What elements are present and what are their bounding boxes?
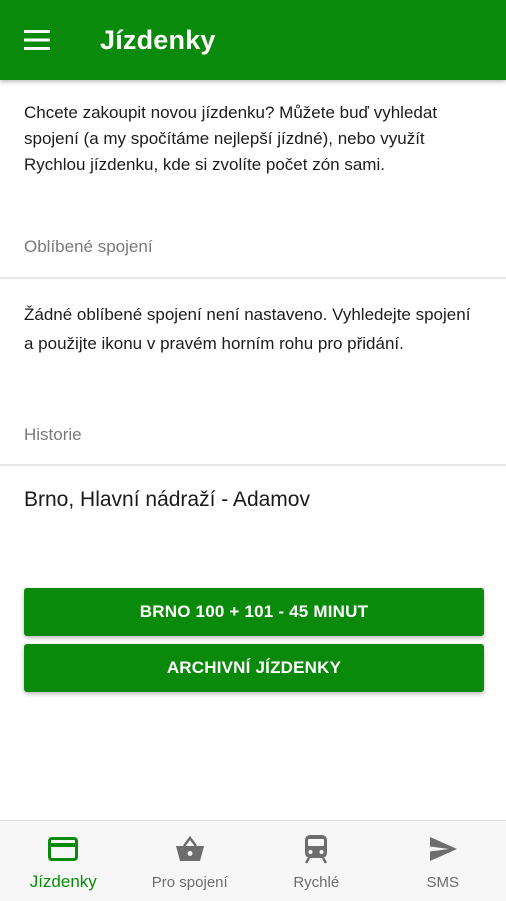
bottom-navigation: Jízdenky Pro spojení Rychlé [0,820,506,901]
hamburger-menu-button[interactable] [24,17,70,63]
nav-label-sms: SMS [426,874,459,891]
app-bar: Jízdenky [0,0,506,80]
favorites-empty-text: Žádné oblíbené spojení není nastaveno. V… [24,300,484,358]
nav-tab-pro-spojeni[interactable]: Pro spojení [127,821,254,901]
nav-label-pro-spojeni: Pro spojení [152,874,228,891]
ticket-brno-button[interactable]: BRNO 100 + 101 - 45 MINUT [24,588,484,636]
nav-tab-rychle[interactable]: Rychlé [253,821,380,901]
favorites-divider [0,277,506,279]
train-icon [304,834,328,864]
nav-label-jizdenky: Jízdenky [30,872,97,892]
nav-tab-jizdenky[interactable]: Jízdenky [0,821,127,901]
archive-tickets-button[interactable]: ARCHIVNÍ JÍZDENKY [24,644,484,692]
hamburger-menu-icon [24,30,50,50]
nav-tab-sms[interactable]: SMS [380,821,506,901]
favorites-section-label: Oblíbené spojení [24,237,153,257]
history-section-label: Historie [24,425,82,445]
nav-label-rychle: Rychlé [293,874,339,891]
basket-icon [175,836,205,862]
app-title: Jízdenky [100,25,216,56]
send-icon [428,836,458,862]
history-divider [0,464,506,466]
card-icon [48,837,78,861]
intro-text: Chcete zakoupit novou jízdenku? Můžete b… [24,100,484,178]
history-item[interactable]: Brno, Hlavní nádraží - Adamov [24,488,310,512]
